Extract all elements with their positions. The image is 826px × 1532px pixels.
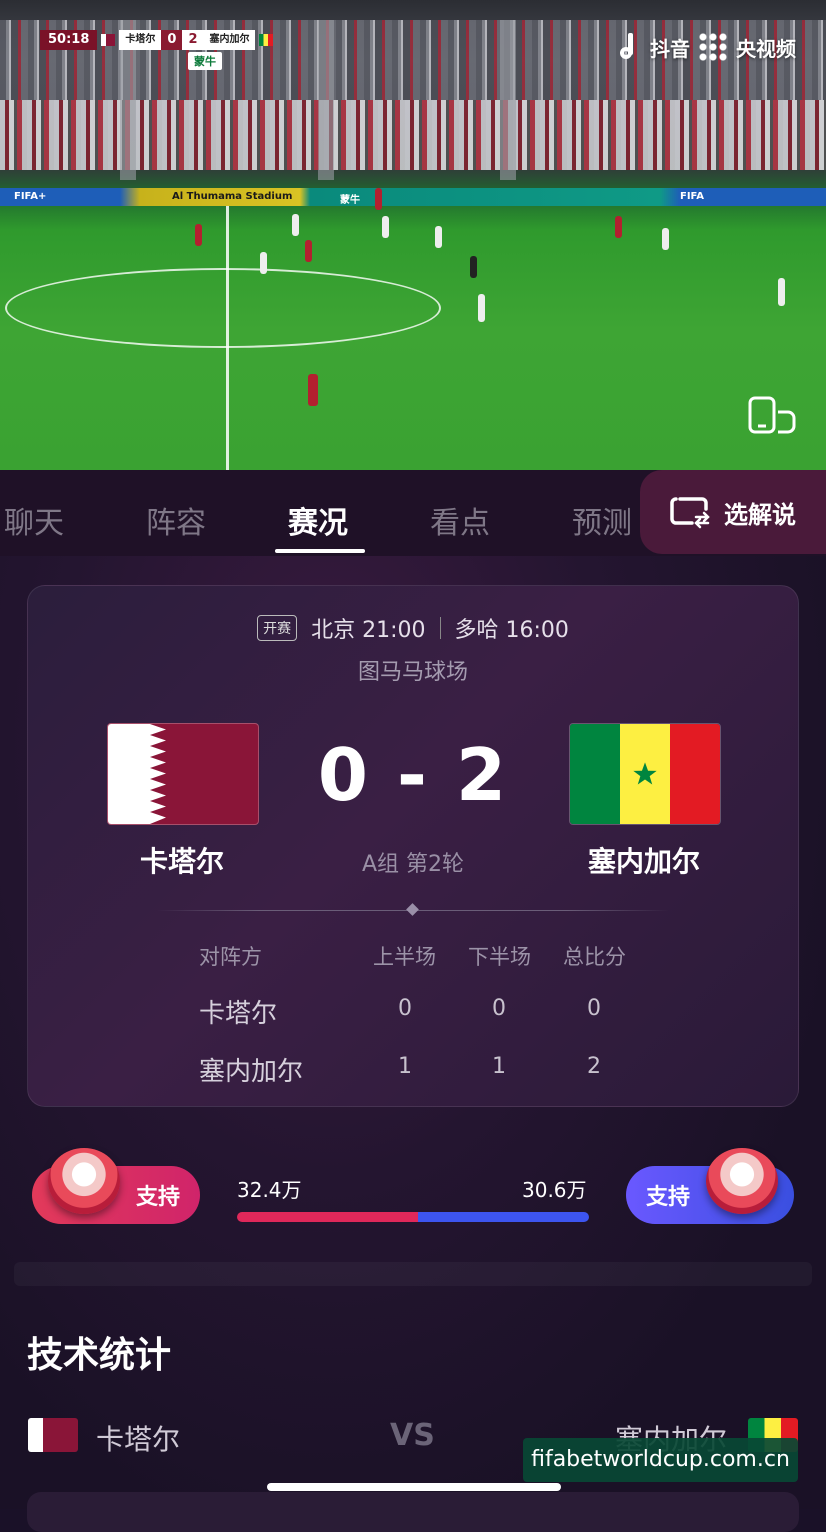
home-indicator[interactable] xyxy=(267,1483,561,1491)
player xyxy=(478,294,485,322)
choose-commentator-button[interactable]: 选解说 xyxy=(640,470,826,554)
ad-text-mengniu: 蒙牛 xyxy=(340,195,360,206)
qatar-flag-icon xyxy=(28,1418,78,1452)
center-circle xyxy=(5,268,441,348)
table-header-second-half: 下半场 xyxy=(468,945,531,969)
player xyxy=(292,214,299,236)
table-header-first-half: 上半场 xyxy=(373,945,436,969)
cctv-logo-icon xyxy=(698,32,728,62)
table-row-team: 卡塔尔 xyxy=(199,999,278,1029)
table-cell: 0 xyxy=(587,996,601,1021)
venue-name: 图马马球场 xyxy=(357,660,468,685)
player xyxy=(662,228,669,250)
watermark-text: fifabetworldcup.com.cn xyxy=(523,1438,798,1482)
broadcaster-logo: 抖音 央视频 xyxy=(620,32,796,62)
commentator-switch-icon xyxy=(670,497,710,529)
table-header-total: 总比分 xyxy=(563,945,626,969)
ad-text-fifa-plus: FIFA+ xyxy=(14,191,47,202)
table-header-team: 对阵方 xyxy=(199,945,262,969)
video-player[interactable]: FIFA+ Al Thumama Stadium 蒙牛 FIFA 50:18 卡… xyxy=(0,0,826,470)
stats-vs-label: VS xyxy=(390,1418,435,1453)
choose-commentator-label: 选解说 xyxy=(724,500,796,529)
away-support-count: 30.6万 xyxy=(522,1178,587,1202)
tab-highlights[interactable]: 看点 xyxy=(430,498,490,542)
final-score: 0 - 2 xyxy=(317,733,509,817)
player xyxy=(615,216,622,238)
away-support-bar xyxy=(418,1212,589,1222)
player xyxy=(195,224,202,246)
referee xyxy=(470,256,477,278)
doha-time: 多哈 16:00 xyxy=(454,618,569,643)
douyin-logo-icon xyxy=(620,33,642,61)
table-cell: 1 xyxy=(492,1054,506,1079)
ad-text-fifa: FIFA xyxy=(680,191,704,202)
sponsor-badge: 蒙牛 xyxy=(188,52,222,70)
overlay-home-score: 0 xyxy=(161,30,183,50)
score-overlay: 50:18 卡塔尔 0 2 塞内加尔 xyxy=(40,30,277,50)
support-home-label: 支持 xyxy=(135,1185,180,1210)
table-cell: 0 xyxy=(398,996,412,1021)
stadium-stairs xyxy=(318,20,334,180)
player xyxy=(375,188,382,210)
drum-icon xyxy=(48,1148,120,1214)
tab-chat[interactable]: 聊天 xyxy=(4,498,64,542)
douyin-label: 抖音 xyxy=(650,36,690,61)
stadium-stairs xyxy=(500,20,516,180)
beijing-time: 北京 21:00 xyxy=(311,618,426,643)
table-cell: 1 xyxy=(398,1054,412,1079)
match-clock: 50:18 xyxy=(40,30,98,50)
home-support-count: 32.4万 xyxy=(237,1178,302,1202)
overlay-away-team: 塞内加尔 xyxy=(203,30,256,50)
overlay-home-team: 卡塔尔 xyxy=(119,30,162,50)
qatar-flag-icon xyxy=(101,34,116,46)
cctv-label: 央视频 xyxy=(736,36,796,61)
player xyxy=(305,240,312,262)
senegal-flag-icon xyxy=(259,34,274,46)
stats-home-team: 卡塔尔 xyxy=(96,1423,181,1456)
time-separator xyxy=(439,617,441,639)
tab-match-status[interactable]: 赛况 xyxy=(288,498,348,542)
tab-prediction[interactable]: 预测 xyxy=(572,498,632,542)
table-row-team: 塞内加尔 xyxy=(199,1057,304,1087)
player xyxy=(382,216,389,238)
match-round: A组 第2轮 xyxy=(361,852,465,877)
player xyxy=(260,252,267,274)
player xyxy=(778,278,785,306)
overlay-away-score: 2 xyxy=(182,30,204,50)
ad-text-stadium: Al Thumama Stadium xyxy=(172,191,293,202)
stats-card xyxy=(27,1492,799,1532)
section-divider xyxy=(14,1262,812,1286)
kickoff-info: 开赛 北京 21:00 多哈 16:00 xyxy=(0,612,826,644)
kickoff-badge: 开赛 xyxy=(257,615,298,641)
support-away-label: 支持 xyxy=(646,1185,691,1210)
rotate-screen-icon[interactable] xyxy=(748,396,798,434)
table-cell: 2 xyxy=(587,1054,601,1079)
player xyxy=(435,226,442,248)
table-cell: 0 xyxy=(492,996,506,1021)
active-tab-indicator xyxy=(275,549,365,553)
tab-lineup[interactable]: 阵容 xyxy=(146,498,206,542)
home-support-bar xyxy=(237,1212,418,1222)
player xyxy=(308,374,318,406)
drum-icon xyxy=(706,1148,778,1214)
stats-section-title: 技术统计 xyxy=(27,1335,172,1376)
